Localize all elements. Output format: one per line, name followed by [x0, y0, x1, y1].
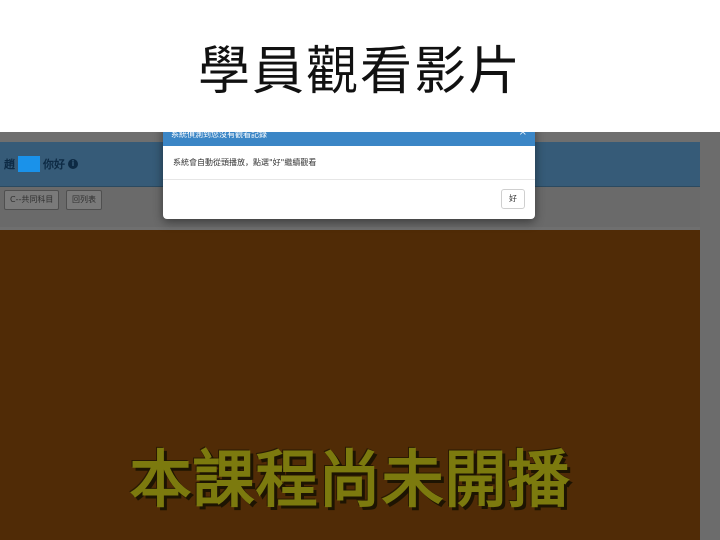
modal-dialog: 系統偵測到您沒有觀看記錄 × 系統會自動從頭播放，點選"好"繼續觀看 好	[163, 132, 535, 219]
modal-header: 系統偵測到您沒有觀看記錄 ×	[163, 132, 535, 146]
close-icon[interactable]: ×	[519, 132, 527, 138]
back-to-list-button[interactable]: 回列表	[66, 190, 102, 210]
screenshot-area: 趙 你好 i C--共同科目 回列表 本課程尚未開播 系統偵測到您沒有觀看記錄 …	[0, 132, 720, 540]
course-button[interactable]: C--共同科目	[4, 190, 60, 210]
greeting-prefix: 趙	[4, 158, 15, 171]
video-player[interactable]: 本課程尚未開播	[0, 230, 700, 540]
name-redaction	[18, 156, 40, 172]
modal-divider	[163, 179, 535, 180]
greeting: 趙 你好 i	[4, 156, 78, 172]
page-right-edge	[700, 132, 720, 540]
modal-message: 系統會自動從頭播放，點選"好"繼續觀看	[173, 158, 317, 167]
video-message: 本課程尚未開播	[129, 443, 571, 516]
info-icon[interactable]: i	[68, 159, 78, 169]
greeting-suffix: 你好	[43, 158, 65, 171]
ok-button[interactable]: 好	[501, 189, 525, 209]
modal-title: 系統偵測到您沒有觀看記錄	[171, 132, 267, 139]
slide-title: 學員觀看影片	[197, 42, 522, 102]
